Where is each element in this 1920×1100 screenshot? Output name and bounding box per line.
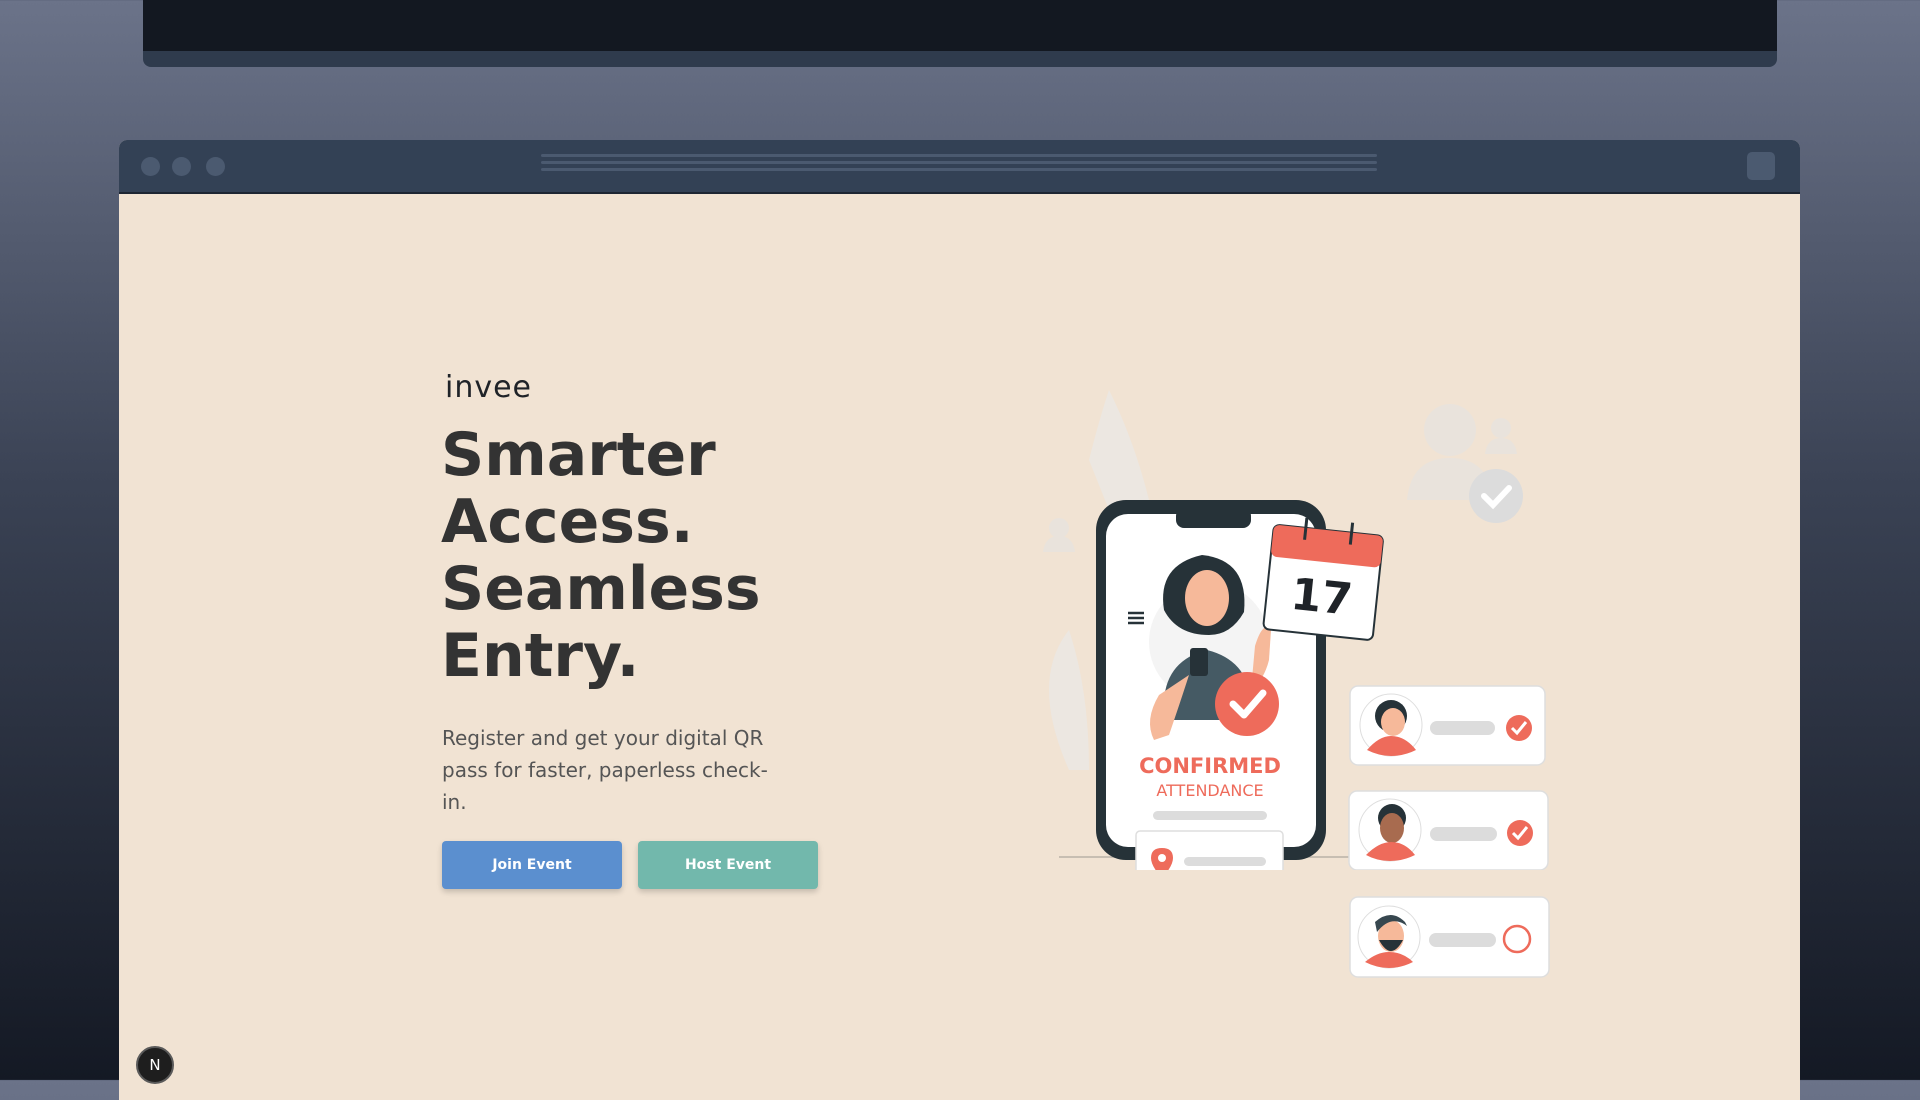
headline-line: Smarter [441, 420, 716, 490]
window-close-dot[interactable] [141, 157, 160, 176]
check-badge-icon [1469, 469, 1523, 523]
headline-line: Access. [441, 487, 694, 557]
window-menu-button[interactable] [1747, 152, 1775, 180]
confirmed-check-icon [1215, 672, 1279, 736]
location-pin-icon [1151, 848, 1173, 870]
attendee-card [1348, 790, 1549, 870]
checked-icon [1507, 820, 1533, 846]
browser-window: invee Smarter Access. Seamless Entry. Re… [119, 140, 1800, 1100]
hero-subtitle: Register and get your digital QR pass fo… [442, 726, 768, 814]
address-bar-line [541, 168, 1377, 171]
next-dev-badge[interactable]: N [136, 1046, 174, 1084]
address-bar-line [541, 154, 1377, 157]
attendee-card-pending [1349, 896, 1550, 978]
calendar-day: 17 [1289, 569, 1355, 626]
calendar-icon: 17 [1262, 517, 1384, 641]
checked-icon [1506, 715, 1532, 741]
headline-line: Entry. [441, 621, 640, 691]
window-minimize-dot[interactable] [172, 157, 191, 176]
background-window [143, 0, 1777, 67]
address-bar-line [541, 161, 1377, 164]
brand-logo: invee [445, 370, 532, 410]
headline-line: Seamless [441, 554, 761, 624]
browser-titlebar [119, 140, 1800, 194]
brand-name: invee [445, 370, 533, 405]
background-window-body [143, 0, 1777, 51]
join-event-button[interactable]: Join Event [442, 841, 622, 889]
window-maximize-dot[interactable] [206, 157, 225, 176]
hero-headline: Smarter Access. Seamless Entry. [441, 422, 921, 690]
status-subtitle: ATTENDANCE [1156, 781, 1263, 800]
attendee-card [1349, 685, 1546, 766]
attendance-illustration: CONFIRMED ATTENDANCE 17 [1043, 390, 1549, 870]
leaf-shape [1049, 630, 1089, 770]
leaf-shape [1089, 390, 1149, 510]
host-event-button[interactable]: Host Event [638, 841, 818, 889]
status-title: CONFIRMED [1139, 754, 1281, 778]
